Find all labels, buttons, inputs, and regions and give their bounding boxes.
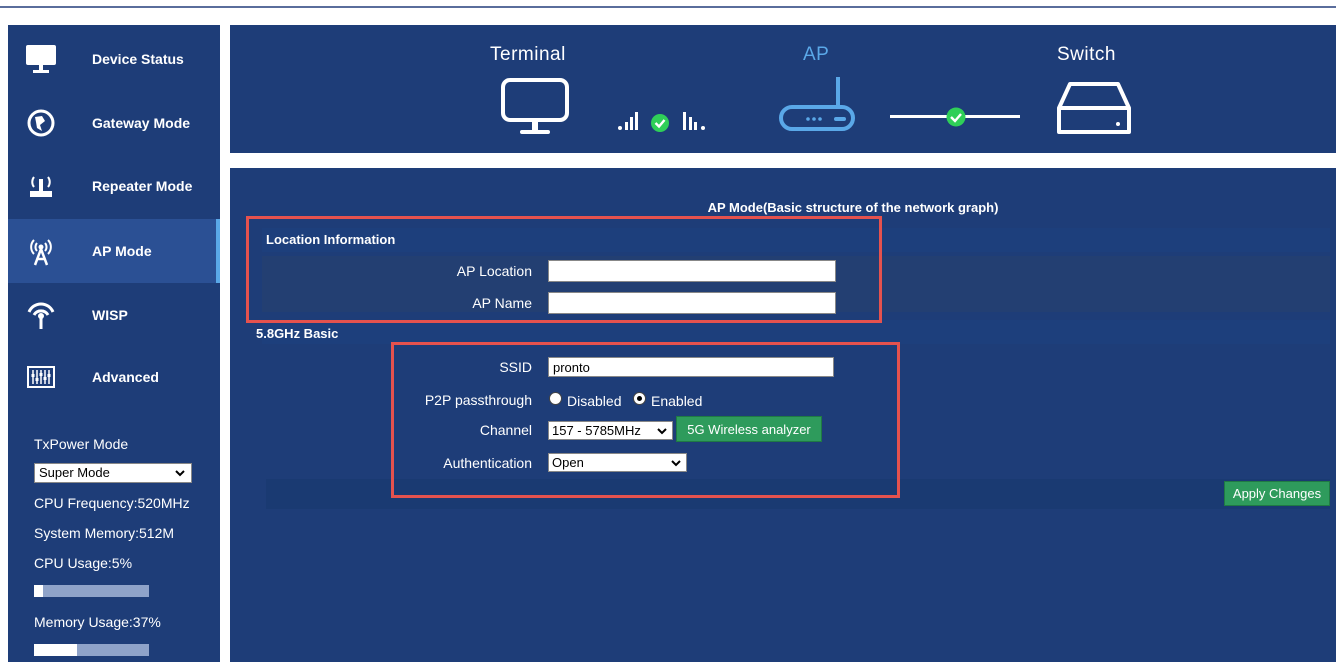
system-memory: System Memory:512M: [34, 525, 175, 541]
sidebar-item-label: WISP: [92, 307, 128, 323]
equalizer-icon: [23, 359, 59, 395]
sidebar-item-wisp[interactable]: WISP: [8, 283, 220, 347]
txpower-label: TxPower Mode: [34, 436, 129, 452]
top-border: [0, 0, 1336, 8]
topology-banner: Terminal AP Switch: [230, 25, 1336, 153]
link-check-icon: [946, 107, 966, 132]
globe-icon: [23, 105, 59, 141]
signal-bars-reversed-icon: [682, 111, 706, 136]
basic-highlight-box: [391, 342, 900, 498]
basic-section-title: 5.8GHz Basic: [256, 326, 339, 341]
memory-usage-bar: [34, 644, 149, 656]
check-circle-icon: [651, 114, 669, 137]
chevron-down-icon: [174, 466, 186, 484]
location-highlight-box: [246, 216, 882, 323]
ap-antenna-icon: [23, 233, 59, 269]
sidebar-item-repeater-mode[interactable]: Repeater Mode: [8, 154, 220, 218]
sidebar-item-label: Advanced: [92, 369, 159, 385]
signal-bars-icon: [618, 111, 642, 136]
sidebar-item-label: Repeater Mode: [92, 178, 193, 194]
memory-usage-label: Memory Usage:37%: [34, 614, 161, 630]
sidebar: Device Status Gateway Mode Repeater Mode…: [8, 25, 220, 662]
cpu-usage-label: CPU Usage:5%: [34, 555, 133, 571]
switch-device-icon: [1056, 80, 1132, 143]
sidebar-item-ap-mode[interactable]: AP Mode: [8, 219, 220, 283]
cpu-usage-fill: [34, 585, 44, 597]
memory-usage-fill: [34, 644, 77, 656]
sidebar-item-label: Gateway Mode: [92, 115, 191, 131]
txpower-value: Super Mode: [39, 465, 110, 480]
sidebar-item-advanced[interactable]: Advanced: [8, 345, 220, 409]
ap-router-icon: [778, 75, 858, 140]
txpower-select[interactable]: Super Mode: [34, 463, 192, 483]
terminal-label: Terminal: [490, 44, 566, 65]
terminal-monitor-icon: [500, 77, 570, 144]
wisp-icon: [23, 297, 59, 333]
sidebar-item-label: Device Status: [92, 51, 184, 67]
switch-label: Switch: [1057, 44, 1116, 65]
monitor-icon: [23, 41, 59, 77]
apply-changes-button[interactable]: Apply Changes: [1224, 481, 1330, 506]
cpu-usage-bar: [34, 585, 149, 597]
sidebar-item-label: AP Mode: [92, 243, 152, 259]
cpu-frequency: CPU Frequency:520MHz: [34, 495, 190, 511]
repeater-icon: [23, 168, 59, 204]
sidebar-item-gateway-mode[interactable]: Gateway Mode: [8, 91, 220, 155]
basic-section-bar: [262, 320, 1330, 344]
sidebar-item-device-status[interactable]: Device Status: [8, 27, 220, 91]
ap-label: AP: [803, 44, 830, 65]
page-title: AP Mode(Basic structure of the network g…: [707, 200, 999, 215]
